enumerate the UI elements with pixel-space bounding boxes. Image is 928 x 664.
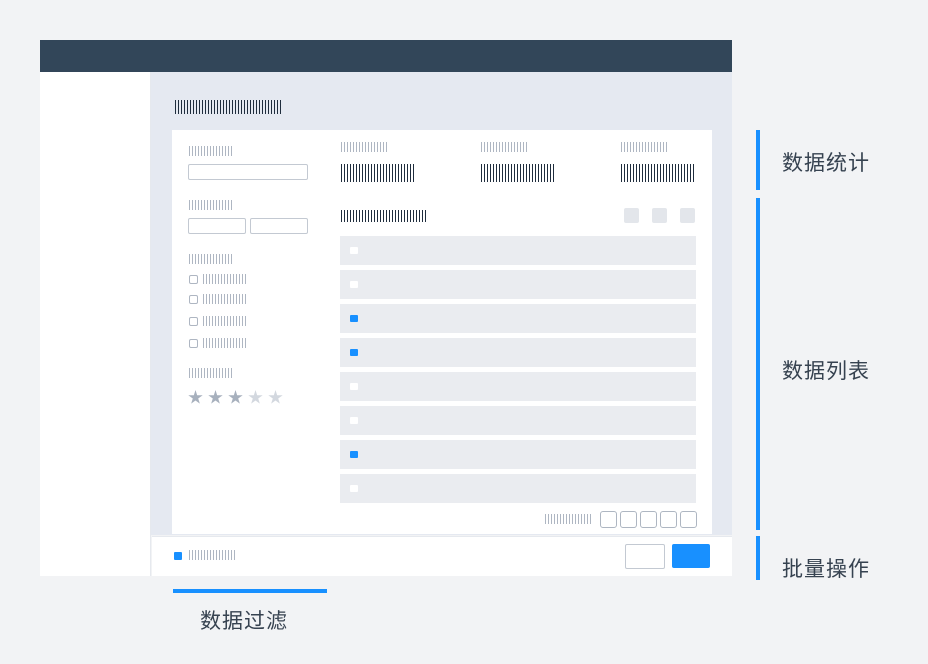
list-annotation: 数据列表	[782, 359, 870, 383]
row-select-checkbox[interactable]	[350, 349, 358, 356]
list-toolbar-button[interactable]	[652, 208, 667, 223]
stats-annotation: 数据统计	[782, 151, 870, 175]
list-item[interactable]	[340, 440, 696, 469]
filter-label	[189, 146, 232, 156]
row-select-checkbox[interactable]	[350, 247, 358, 254]
list-item[interactable]	[340, 236, 696, 265]
app-header	[40, 40, 732, 72]
stat-value	[341, 164, 415, 182]
pagination-total	[545, 514, 591, 524]
list-item[interactable]	[340, 372, 696, 401]
pagination-button[interactable]	[640, 511, 657, 528]
pagination-button[interactable]	[660, 511, 677, 528]
stat-value	[621, 164, 695, 182]
filter-region-marker	[173, 589, 327, 593]
filter-label	[189, 254, 232, 264]
row-select-checkbox[interactable]	[350, 451, 358, 458]
filter-range-start-input[interactable]	[188, 218, 246, 234]
filter-checkbox[interactable]	[189, 295, 198, 304]
filter-annotation: 数据过滤	[200, 609, 288, 633]
row-select-checkbox[interactable]	[350, 315, 358, 322]
list-title	[341, 210, 427, 222]
filter-checkbox[interactable]	[189, 275, 198, 284]
pagination-button[interactable]	[680, 511, 697, 528]
filter-range-end-input[interactable]	[250, 218, 308, 234]
filter-text-input[interactable]	[188, 164, 308, 180]
sidebar	[40, 72, 151, 576]
row-select-checkbox[interactable]	[350, 383, 358, 390]
filter-label	[189, 200, 232, 210]
list-item[interactable]	[340, 474, 696, 503]
list-item[interactable]	[340, 406, 696, 435]
stat-value	[481, 164, 555, 182]
checkbox-label	[203, 294, 246, 304]
row-select-checkbox[interactable]	[350, 485, 358, 492]
batch-select-indicator[interactable]	[174, 552, 182, 560]
pagination-button[interactable]	[620, 511, 637, 528]
stat-label	[621, 142, 667, 152]
page-title	[175, 100, 281, 114]
list-toolbar-button[interactable]	[624, 208, 639, 223]
list-item[interactable]	[340, 270, 696, 299]
stat-label	[481, 142, 527, 152]
filter-label	[189, 368, 232, 378]
batch-region-marker	[756, 536, 760, 580]
filter-checkbox[interactable]	[189, 317, 198, 326]
pagination-button[interactable]	[600, 511, 617, 528]
checkbox-label	[203, 274, 246, 284]
filter-checkbox[interactable]	[189, 339, 198, 348]
row-select-checkbox[interactable]	[350, 281, 358, 288]
row-select-checkbox[interactable]	[350, 417, 358, 424]
list-region-marker	[756, 198, 760, 530]
batch-selection-text	[189, 550, 235, 560]
batch-confirm-button[interactable]	[672, 544, 710, 568]
list-toolbar-button[interactable]	[680, 208, 695, 223]
list-item[interactable]	[340, 338, 696, 367]
list-item[interactable]	[340, 304, 696, 333]
checkbox-label	[203, 316, 246, 326]
stat-label	[341, 142, 387, 152]
stats-region-marker	[756, 130, 760, 190]
checkbox-label	[203, 338, 246, 348]
batch-annotation: 批量操作	[782, 557, 870, 581]
batch-cancel-button[interactable]	[625, 544, 665, 569]
